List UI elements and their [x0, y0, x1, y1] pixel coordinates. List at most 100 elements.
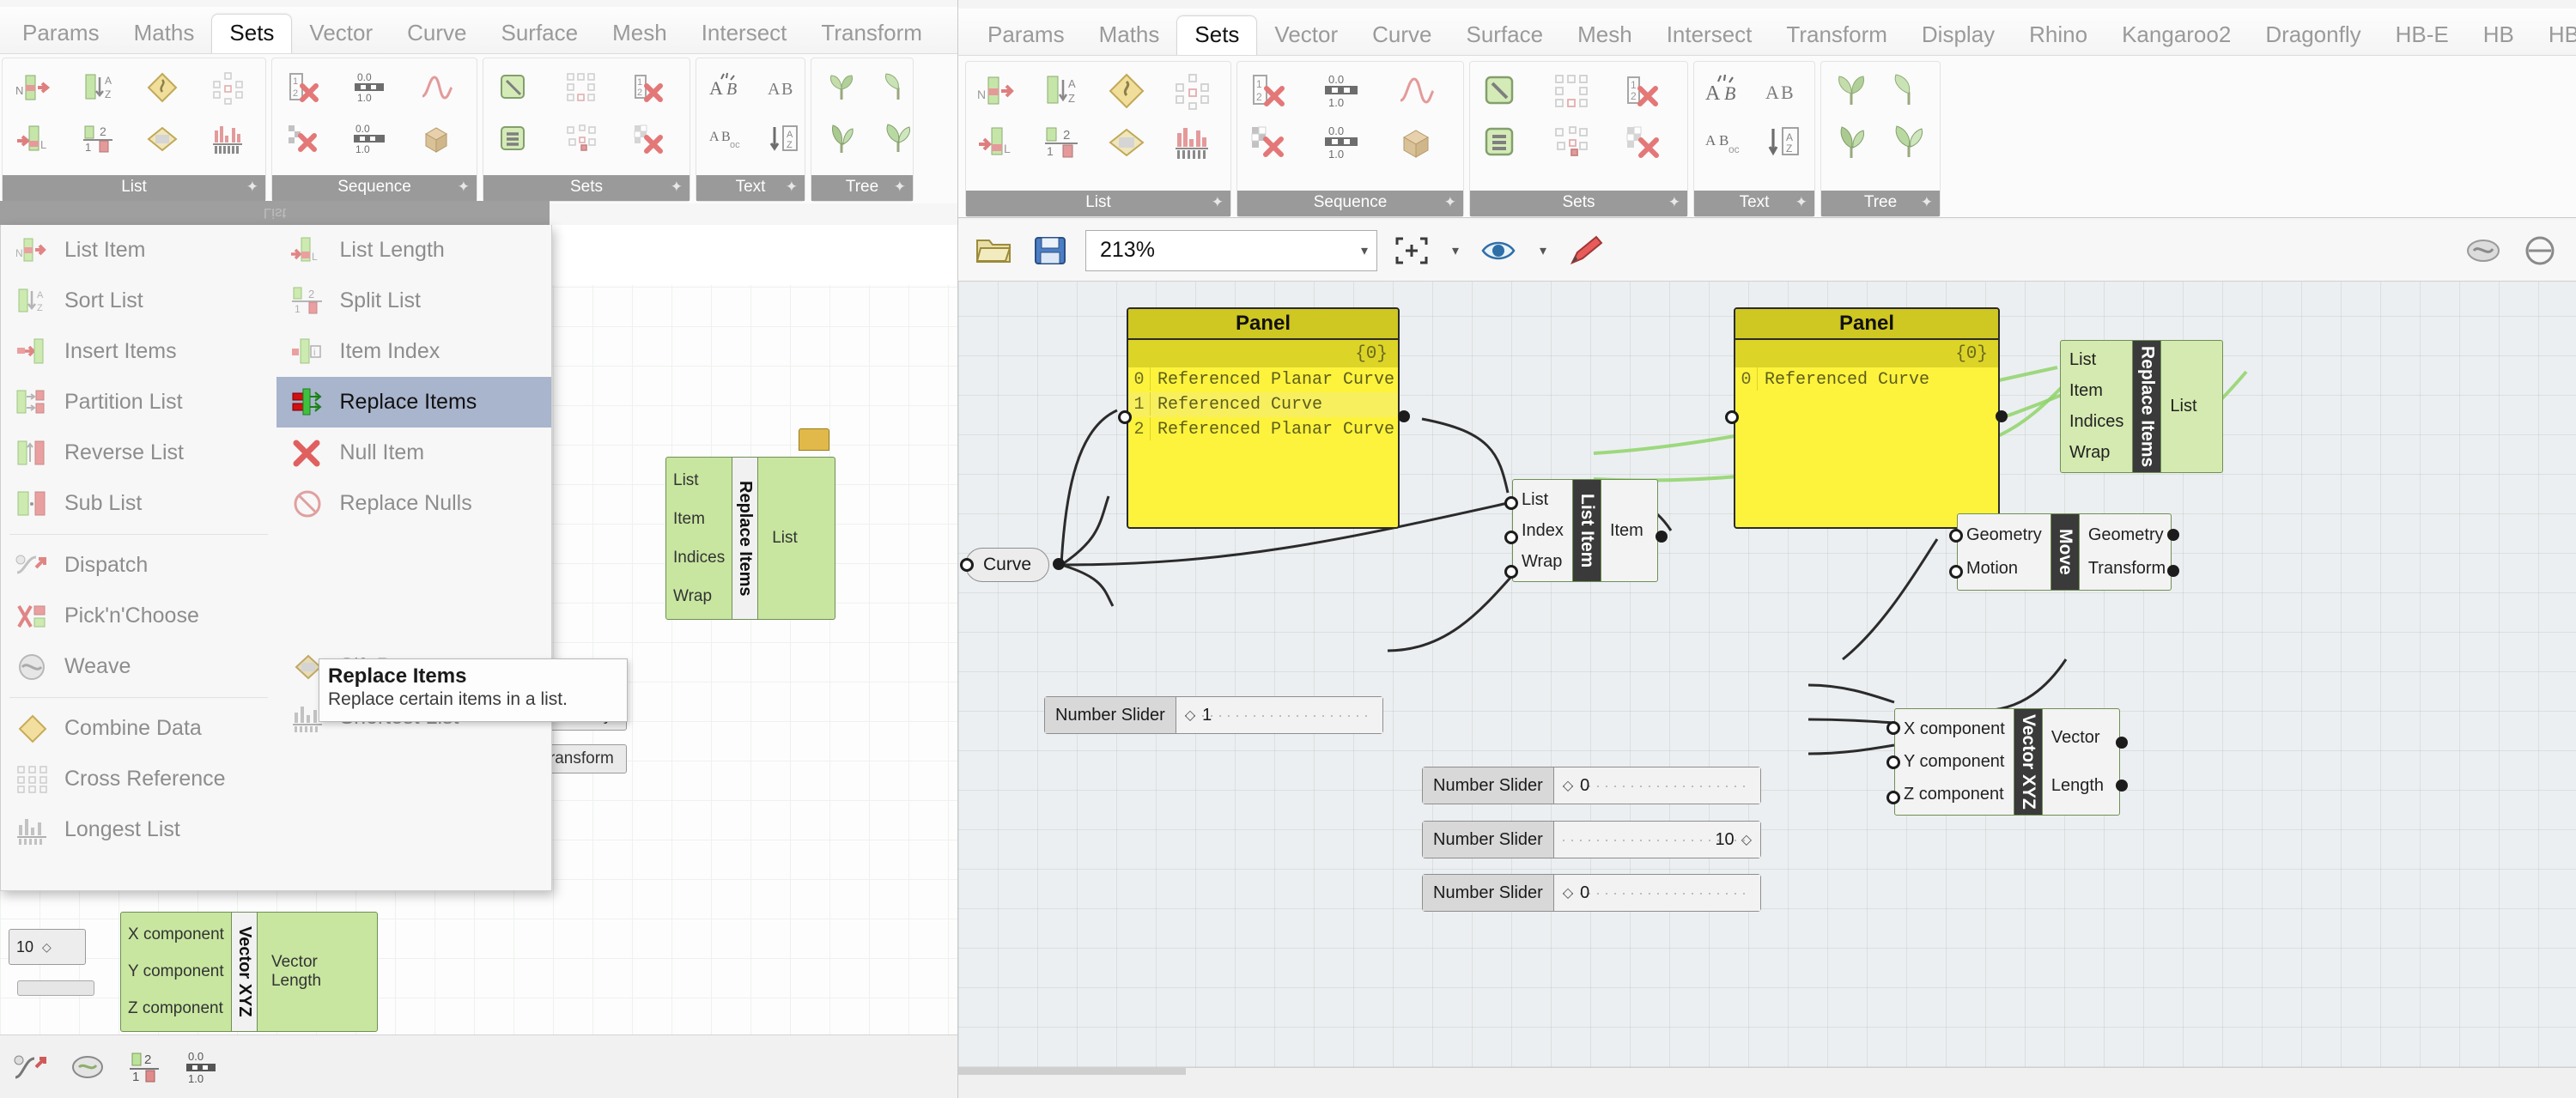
left-vector-xyz-node[interactable]: X component Y component Z component Vect…	[120, 912, 378, 1032]
dropdown-item-reverse-list[interactable]: Reverse List	[1, 428, 276, 478]
number-slider-2[interactable]: Number Slider ◇ 0	[1422, 767, 1761, 804]
gh-canvas[interactable]: Panel {0} 0 Referenced Planar Curve 1 Re…	[958, 282, 2576, 1067]
dropdown-item-replace-items[interactable]: Replace Items	[276, 377, 552, 428]
node-graph-icon[interactable]	[199, 62, 256, 113]
expand-plus-icon[interactable]: ✦	[786, 179, 798, 196]
input-item[interactable]: Item	[666, 510, 732, 529]
sort-list-icon[interactable]: AZ	[70, 62, 126, 113]
text-case-icon[interactable]: AB	[1696, 65, 1753, 117]
output-item[interactable]: Item	[1601, 521, 1652, 541]
input-y-component[interactable]: Y component	[121, 962, 231, 981]
input-item[interactable]: Item	[2061, 381, 2132, 401]
vector-xyz-input-port-z[interactable]	[1886, 791, 1900, 804]
slider-handle-icon[interactable]: ◇	[1563, 777, 1573, 794]
box-icon[interactable]	[408, 113, 465, 165]
tree-branch-icon[interactable]	[813, 62, 870, 113]
tab-params[interactable]: Params	[970, 16, 1082, 57]
input-x-component[interactable]: X component	[121, 925, 231, 944]
input-y-component[interactable]: Y component	[1895, 752, 2014, 772]
move-node[interactable]: Geometry Motion Move Geometry Transform	[1957, 513, 2172, 591]
list-item-node[interactable]: List Index Wrap List Item Item	[1512, 479, 1658, 582]
dropdown-item-list-length[interactable]: L List Length	[276, 225, 552, 276]
panel-2-output-port[interactable]	[1996, 410, 2008, 422]
tab-surface[interactable]: Surface	[1449, 16, 1561, 57]
slider-handle-icon[interactable]: ◇	[1741, 831, 1752, 848]
input-list[interactable]: List	[2061, 350, 2132, 370]
expand-plus-icon[interactable]: ✦	[246, 179, 258, 196]
left-tab-maths[interactable]: Maths	[117, 15, 212, 55]
split-list-icon[interactable]: 21	[1033, 117, 1090, 168]
member-index-icon[interactable]	[553, 62, 610, 113]
range-icon[interactable]: 0.01.0	[1313, 65, 1370, 117]
text-sort-icon[interactable]: AZ	[755, 113, 811, 165]
insert-items-icon[interactable]: L	[968, 117, 1024, 168]
input-motion[interactable]: Motion	[1958, 559, 2050, 579]
dropdown-item-list-item[interactable]: N List Item	[1, 225, 276, 276]
text-split-icon[interactable]	[134, 62, 191, 113]
vector-xyz-node[interactable]: X component Y component Z component Vect…	[1894, 708, 2120, 816]
preview-caret[interactable]: ▾	[1534, 229, 1552, 272]
dropdown-item-weave[interactable]: Weave	[1, 641, 276, 692]
panel-1-output-port[interactable]	[1398, 410, 1410, 422]
vector-xyz-input-port-x[interactable]	[1886, 721, 1900, 735]
sub-list-icon[interactable]	[1098, 117, 1155, 168]
tree-merge-icon[interactable]	[1880, 65, 1937, 117]
cull-pattern-icon[interactable]	[1239, 117, 1296, 168]
tab-hb-2[interactable]: HB	[2531, 16, 2576, 57]
concatenate-icon[interactable]: AB	[755, 62, 811, 113]
expand-plus-icon[interactable]: ✦	[1444, 194, 1456, 211]
input-list[interactable]: List	[1513, 490, 1572, 510]
left-tab-intersect[interactable]: Intersect	[684, 15, 805, 55]
expand-plus-icon[interactable]: ✦	[894, 179, 906, 196]
slider-1-value-area[interactable]: ◇ 1	[1176, 697, 1382, 733]
set-to-list-icon[interactable]: N	[968, 65, 1024, 117]
tab-kangaroo2[interactable]: Kangaroo2	[2105, 16, 2248, 57]
tab-display[interactable]: Display	[1905, 16, 2012, 57]
folder-open-icon[interactable]	[972, 229, 1017, 272]
tab-vector[interactable]: Vector	[1257, 16, 1355, 57]
slider-4-value-area[interactable]: ◇ 0	[1554, 875, 1760, 911]
tree-split-icon[interactable]	[1880, 117, 1937, 168]
red-pen-icon[interactable]	[1564, 229, 1609, 272]
dropdown-item-cross-reference[interactable]: Cross Reference	[1, 754, 276, 804]
set-union-icon[interactable]	[1472, 117, 1528, 168]
tab-mesh[interactable]: Mesh	[1560, 16, 1649, 57]
chevron-down-icon[interactable]: ▾	[1361, 242, 1368, 259]
tab-maths[interactable]: Maths	[1082, 16, 1177, 57]
graph-mapper-icon[interactable]	[1388, 65, 1444, 117]
create-set-icon[interactable]	[1472, 65, 1528, 117]
text-case-icon[interactable]: AB	[698, 62, 755, 113]
rhino-window-icon[interactable]	[2461, 229, 2506, 272]
left-tab-curve[interactable]: Curve	[390, 15, 483, 55]
input-wrap[interactable]: Wrap	[666, 587, 732, 606]
panel-2[interactable]: Panel {0} 0 Referenced Curve	[1734, 307, 2000, 529]
input-wrap[interactable]: Wrap	[2061, 443, 2132, 463]
cull-pattern-icon[interactable]	[274, 113, 331, 165]
left-tab-vector[interactable]: Vector	[292, 15, 390, 55]
node-graph-icon[interactable]	[1163, 65, 1220, 117]
split-list-icon[interactable]: 21	[70, 113, 126, 165]
move-output-port-transform[interactable]	[2167, 565, 2179, 577]
input-z-component[interactable]: Z component	[1895, 785, 2014, 804]
move-input-port-geometry[interactable]	[1949, 529, 1963, 543]
tree-graft-icon[interactable]	[813, 113, 870, 165]
gh-preview-icon[interactable]	[2518, 229, 2562, 272]
panel-2-input-port[interactable]	[1725, 410, 1739, 424]
set-to-list-icon[interactable]: N	[4, 62, 61, 113]
curve-param-node[interactable]: Curve	[965, 548, 1049, 582]
left-tab-display[interactable]: D	[939, 15, 957, 55]
range-icon[interactable]: 0.01.0	[341, 62, 398, 113]
input-indices[interactable]: Indices	[666, 549, 732, 567]
output-vector[interactable]: Vector	[264, 953, 328, 972]
insert-items-icon[interactable]: L	[4, 113, 61, 165]
eye-icon[interactable]	[1477, 229, 1522, 272]
slider-handle-icon[interactable]: ◇	[1563, 884, 1573, 901]
zoom-extents-caret[interactable]: ▾	[1446, 229, 1465, 272]
panel-1[interactable]: Panel {0} 0 Referenced Planar Curve 1 Re…	[1127, 307, 1400, 529]
set-difference-icon[interactable]: 12	[1614, 65, 1671, 117]
subset-icon[interactable]	[553, 113, 610, 165]
slider-grip-icon[interactable]: ◇	[42, 940, 52, 955]
numbers-icon[interactable]: 21	[122, 1045, 167, 1089]
input-x-component[interactable]: X component	[1895, 719, 2014, 739]
vector-xyz-input-port-y[interactable]	[1886, 755, 1900, 769]
